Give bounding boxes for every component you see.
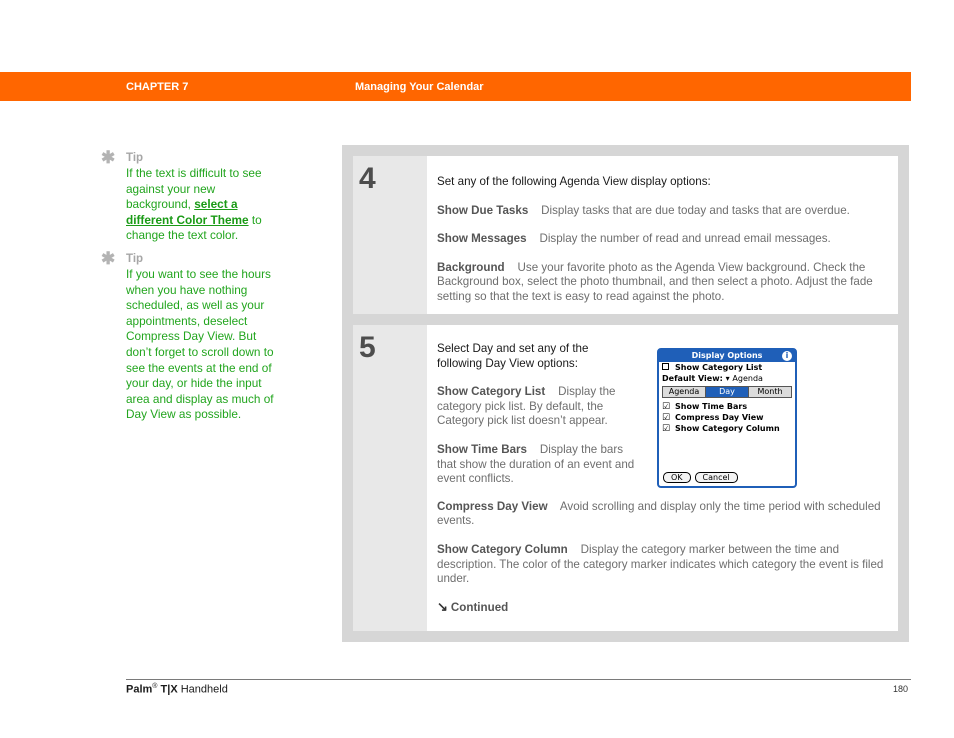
palm-checkbox-label: Compress Day View <box>675 413 764 422</box>
footer-model: T|X <box>160 683 178 696</box>
step-5-inner: 5 Select Day and set any of the followin… <box>353 325 898 631</box>
option-show-messages: Show Messages Display the number of read… <box>437 232 888 247</box>
tip-label: Tip <box>126 152 144 164</box>
tip-color-theme: ✱ Tip If the text is difficult to see ag… <box>100 148 275 244</box>
palm-show-category-list: Show Category List <box>659 362 795 373</box>
palm-checkbox-label: Show Category List <box>675 363 763 372</box>
checkbox-checked-icon: ☑ <box>662 424 671 434</box>
option-desc: Display tasks that are due today and tas… <box>541 203 850 217</box>
option-term: Show Messages <box>437 232 527 246</box>
palm-tab-day: Day <box>706 387 749 397</box>
palm-dialog-title: Display Options i <box>659 350 795 362</box>
option-desc: Display the number of read and unread em… <box>539 232 831 246</box>
palm-buttons: OK Cancel <box>663 472 738 483</box>
step-5-content: Select Day and set any of the following … <box>427 325 898 631</box>
palm-tab-month: Month <box>749 387 791 397</box>
info-icon: i <box>782 351 792 361</box>
palm-tab-agenda: Agenda <box>663 387 706 397</box>
tip-text: If you want to see the hours when you ha… <box>126 266 274 422</box>
step-4-inner: 4 Set any of the following Agenda View d… <box>353 156 898 314</box>
footer-product: Palm® T|X Handheld <box>126 683 228 696</box>
chapter-title: Managing Your Calendar <box>355 81 484 93</box>
palm-ok-button: OK <box>663 472 691 483</box>
palm-default-view-label: Default View: <box>662 374 723 383</box>
step-4-content: Set any of the following Agenda View dis… <box>427 156 898 314</box>
palm-view-tabs: Agenda Day Month <box>662 386 792 398</box>
palm-show-time-bars: ☑ Show Time Bars <box>659 401 795 412</box>
option-compress-day-view: Compress Day View Avoid scrolling and di… <box>437 500 888 529</box>
asterisk-icon: ✱ <box>101 248 116 268</box>
arrow-down-right-icon: ↘ <box>437 598 448 614</box>
palm-checkbox-label: Show Time Bars <box>675 402 748 411</box>
chapter-header-bar: CHAPTER 7 Managing Your Calendar <box>0 72 911 101</box>
option-term: Show Category List <box>437 385 546 399</box>
option-show-category-list: Show Category List Display the category … <box>437 385 637 429</box>
palm-checkbox-label: Show Category Column <box>675 424 780 433</box>
page-number: 180 <box>893 684 909 694</box>
footer-product-name: Handheld <box>180 683 228 696</box>
palm-default-view-value: Agenda <box>732 374 763 383</box>
option-show-category-column: Show Category Column Display the categor… <box>437 543 888 587</box>
step-intro: Set any of the following Agenda View dis… <box>437 175 711 188</box>
tip-compress-day-view: ✱ Tip If you want to see the hours when … <box>100 248 275 423</box>
tip-text: If the text is difficult to see against … <box>126 166 274 244</box>
footer-reg: ® <box>152 683 158 690</box>
asterisk-icon: ✱ <box>101 148 116 167</box>
option-term: Show Time Bars <box>437 442 527 456</box>
step-5-box: 5 Select Day and set any of the followin… <box>342 314 909 642</box>
footer-divider <box>126 679 911 680</box>
continued-link[interactable]: ↘ Continued <box>437 599 888 615</box>
continued-label: Continued <box>450 600 509 614</box>
chapter-label: CHAPTER 7 <box>126 81 189 93</box>
option-term: Compress Day View <box>437 499 548 513</box>
step-number: 5 <box>359 331 376 364</box>
tips-sidebar: ✱ Tip If the text is difficult to see ag… <box>100 148 275 431</box>
dropdown-triangle-icon: ▾ <box>725 374 730 383</box>
step-4-box: 4 Set any of the following Agenda View d… <box>342 145 909 325</box>
option-show-time-bars: Show Time Bars Display the bars that sho… <box>437 443 642 487</box>
option-term: Show Category Column <box>437 542 568 556</box>
footer-brand: Palm <box>126 683 153 696</box>
palm-title-text: Display Options <box>691 351 763 360</box>
palm-default-view: Default View: ▾ Agenda <box>659 373 795 384</box>
step-intro: Select Day and set any of the following … <box>437 342 589 370</box>
palm-cancel-button: Cancel <box>694 472 738 483</box>
option-show-due-tasks: Show Due Tasks Display tasks that are du… <box>437 204 888 219</box>
palm-show-category-column: ☑ Show Category Column <box>659 423 795 434</box>
tip-label: Tip <box>126 252 144 265</box>
option-background: Background Use your favorite photo as th… <box>437 261 888 305</box>
checkbox-unchecked-icon <box>662 363 669 370</box>
display-options-screenshot: Display Options i Show Category List Def… <box>657 348 797 488</box>
step-number: 4 <box>359 162 376 195</box>
palm-compress-day-view: ☑ Compress Day View <box>659 412 795 423</box>
option-term: Background <box>437 260 505 274</box>
option-term: Show Due Tasks <box>437 203 529 217</box>
